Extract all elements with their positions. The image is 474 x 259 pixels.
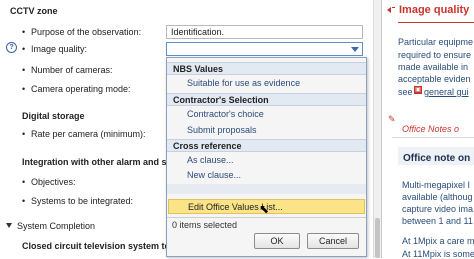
note-line: between 1 and 11 (402, 216, 473, 226)
group-nbs-values: NBS Values (167, 62, 366, 75)
cursor-pointer-icon: ⬉ (259, 202, 270, 216)
list-separator (167, 184, 366, 194)
office-notes-header: Office Notes o (402, 124, 460, 134)
triangle-collapse-icon[interactable] (6, 223, 12, 228)
option-contractors-choice[interactable]: Contractor's choice (187, 109, 264, 119)
cameras-label: Number of cameras: (22, 65, 112, 75)
arrow-left-icon[interactable] (387, 7, 391, 13)
image-icon: ▣ (414, 86, 422, 94)
note-line: capture video ima (402, 204, 474, 214)
image-quality-label: Image quality: (22, 44, 87, 54)
section-digital-storage: Digital storage (22, 111, 85, 121)
operating-mode-label: Camera operating mode: (22, 84, 131, 94)
purpose-field[interactable]: Identification. (166, 25, 363, 39)
pencil-notes-icon: ✎ (388, 114, 396, 124)
rate-label: Rate per camera (minimum): (22, 129, 145, 139)
general-guidance-link[interactable]: general gui (424, 87, 469, 97)
divider (392, 137, 474, 138)
section-cctv-zone: CCTV zone (10, 6, 58, 16)
ok-button[interactable]: OK (254, 233, 300, 249)
guidance-line: Particular equipme (398, 37, 474, 47)
group-cross-reference: Cross reference (167, 139, 366, 152)
chevron-down-icon[interactable] (351, 47, 359, 52)
note-line: At 1Mpix a care m (402, 236, 474, 246)
guidance-line: made available in (398, 62, 469, 72)
option-as-clause[interactable]: As clause... (187, 155, 234, 165)
help-circle-icon[interactable]: ? (6, 42, 17, 53)
form-scrollbar[interactable] (373, 0, 381, 258)
closed-circuit-heading: Closed circuit television system testi (22, 241, 181, 251)
items-selected-count: 0 items selected (172, 220, 238, 230)
guidance-line: see (398, 87, 413, 97)
image-quality-select[interactable] (166, 42, 363, 56)
note-line: Multi-megapixel I (402, 180, 471, 190)
group-contractors-selection: Contractor's Selection (167, 93, 366, 106)
image-quality-dropdown: NBS Values Suitable for use as evidence … (166, 57, 367, 257)
option-new-clause[interactable]: New clause... (187, 170, 241, 180)
guidance-line: required to ensure (398, 50, 472, 60)
scrollbar-thumb[interactable] (375, 218, 380, 258)
guidance-pane: Image quality Particular equipme require… (381, 0, 474, 259)
guidance-line: acceptable eviden (398, 74, 471, 84)
image-quality-title: Image quality (399, 4, 470, 16)
cancel-button[interactable]: Cancel (307, 233, 359, 249)
objectives-label: Objectives: (22, 177, 75, 187)
purpose-value: Identification. (171, 27, 225, 37)
title-underline (398, 22, 474, 23)
office-note-title: Office note on (403, 153, 471, 164)
option-submit-proposals[interactable]: Submit proposals (187, 125, 257, 135)
purpose-label: Purpose of the observation: (22, 27, 141, 37)
option-suitable-evidence[interactable]: Suitable for use as evidence (187, 78, 300, 88)
note-line: available (althoug (402, 192, 473, 202)
arrow-left-icon-shaft (392, 7, 395, 8)
section-integration: Integration with other alarm and sec (22, 157, 177, 167)
divider (167, 217, 366, 218)
systems-label: Systems to be integrated: (22, 196, 133, 206)
system-completion-header[interactable]: System Completion (17, 221, 95, 231)
